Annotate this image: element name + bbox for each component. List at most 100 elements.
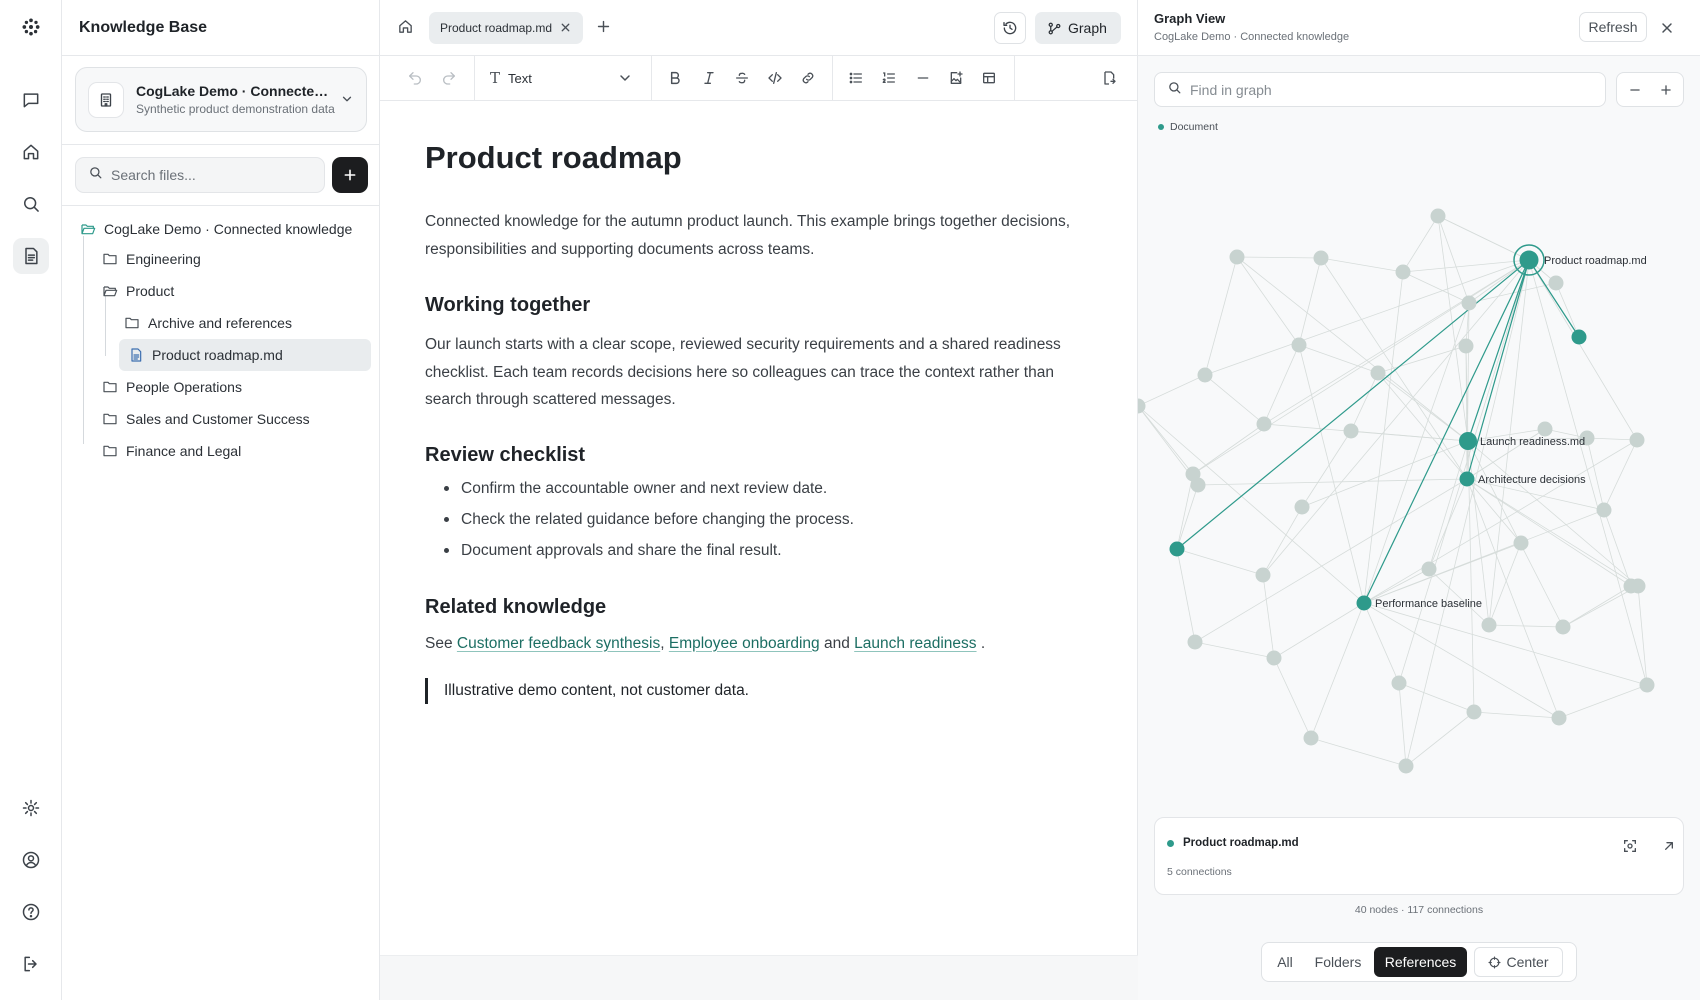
account-icon[interactable] bbox=[13, 842, 49, 878]
graph-node[interactable] bbox=[1370, 365, 1386, 381]
graph-node[interactable] bbox=[1466, 704, 1482, 720]
selected-node-connections: 5 connections bbox=[1167, 866, 1232, 878]
knowledge-base-icon[interactable] bbox=[13, 238, 49, 274]
graph-node-architecture-decisions[interactable] bbox=[1459, 471, 1475, 487]
graph-button[interactable]: Graph bbox=[1035, 12, 1121, 44]
link-employee-onboarding[interactable]: Employee onboarding bbox=[669, 635, 820, 652]
graph-node[interactable] bbox=[1555, 619, 1571, 635]
table-icon[interactable] bbox=[980, 69, 998, 87]
filter-all-button[interactable]: All bbox=[1270, 947, 1300, 977]
graph-node[interactable] bbox=[1430, 208, 1446, 224]
graph-node-performance-baseline[interactable] bbox=[1356, 595, 1372, 611]
graph-node[interactable] bbox=[1513, 535, 1529, 551]
settings-icon[interactable] bbox=[13, 790, 49, 826]
add-file-button[interactable] bbox=[332, 157, 368, 193]
insert-image-icon[interactable] bbox=[947, 69, 965, 87]
numbered-list-icon[interactable] bbox=[880, 69, 898, 87]
history-button[interactable] bbox=[994, 12, 1026, 44]
undo-icon[interactable] bbox=[406, 69, 424, 87]
graph-node[interactable] bbox=[1596, 502, 1612, 518]
graph-node[interactable] bbox=[1294, 499, 1310, 515]
graph-node[interactable] bbox=[1630, 578, 1646, 594]
search-icon[interactable] bbox=[13, 186, 49, 222]
filter-folders-button[interactable]: Folders bbox=[1308, 947, 1368, 977]
graph-search[interactable] bbox=[1154, 72, 1606, 107]
graph-node[interactable] bbox=[1266, 650, 1282, 666]
tree-item-archive[interactable]: Archive and references bbox=[119, 307, 367, 339]
graph-node[interactable] bbox=[1481, 617, 1497, 633]
tree-item-people-operations[interactable]: People Operations bbox=[97, 371, 367, 403]
chat-icon[interactable] bbox=[13, 82, 49, 118]
link-launch-readiness[interactable]: Launch readiness bbox=[854, 635, 976, 652]
tree-item-finance[interactable]: Finance and Legal bbox=[97, 435, 367, 467]
document-content[interactable]: Product roadmap Connected knowledge for … bbox=[425, 140, 1095, 704]
tree-item-product[interactable]: Product bbox=[97, 275, 367, 307]
center-button[interactable]: Center bbox=[1474, 947, 1563, 977]
tree-item-engineering[interactable]: Engineering bbox=[97, 243, 367, 275]
open-document-icon[interactable] bbox=[1661, 838, 1677, 859]
graph-node[interactable] bbox=[1291, 337, 1307, 353]
graph-canvas[interactable]: Product roadmap.md Launch readiness.md Arc… bbox=[1138, 140, 1700, 812]
link-customer-feedback[interactable]: Customer feedback synthesis bbox=[457, 635, 660, 652]
graph-node[interactable] bbox=[1256, 416, 1272, 432]
chevron-down-icon[interactable] bbox=[616, 69, 634, 87]
graph-node[interactable] bbox=[1391, 675, 1407, 691]
graph-node[interactable] bbox=[1313, 250, 1329, 266]
graph-search-input[interactable] bbox=[1190, 81, 1570, 98]
graph-node[interactable] bbox=[1458, 338, 1474, 354]
graph-node[interactable] bbox=[1629, 432, 1645, 448]
help-icon[interactable] bbox=[13, 894, 49, 930]
file-search[interactable] bbox=[75, 157, 325, 193]
graph-node[interactable] bbox=[1398, 758, 1414, 774]
home-tab-icon[interactable] bbox=[397, 18, 414, 40]
tree-item-root[interactable]: CogLake Demo · Connected knowledge bbox=[75, 213, 367, 245]
tree-item-product-roadmap[interactable]: Product roadmap.md bbox=[119, 339, 371, 371]
graph-node[interactable] bbox=[1187, 634, 1203, 650]
redo-icon[interactable] bbox=[440, 69, 458, 87]
bold-icon[interactable] bbox=[666, 69, 684, 87]
block-type-select[interactable]: T Text bbox=[490, 69, 532, 87]
graph-node[interactable] bbox=[1571, 329, 1587, 345]
graph-node[interactable] bbox=[1255, 567, 1271, 583]
graph-node[interactable] bbox=[1395, 264, 1411, 280]
tab-product-roadmap[interactable]: Product roadmap.md bbox=[429, 12, 583, 44]
home-icon[interactable] bbox=[13, 134, 49, 170]
graph-node-launch-readiness[interactable] bbox=[1459, 432, 1477, 450]
logout-icon[interactable] bbox=[13, 946, 49, 982]
app-window: Knowledge Base CogLake Demo · Connected … bbox=[0, 0, 1700, 1000]
graph-node[interactable] bbox=[1421, 561, 1437, 577]
graph-node[interactable] bbox=[1197, 367, 1213, 383]
filter-references-button[interactable]: References bbox=[1374, 947, 1467, 977]
tree-item-sales[interactable]: Sales and Customer Success bbox=[97, 403, 367, 435]
close-tab-icon[interactable] bbox=[559, 21, 572, 37]
horizontal-rule-icon[interactable] bbox=[914, 69, 932, 87]
zoom-out-icon[interactable] bbox=[1626, 81, 1644, 99]
bullet-list-icon[interactable] bbox=[847, 69, 865, 87]
block-type-label: Text bbox=[508, 70, 532, 86]
focus-node-icon[interactable] bbox=[1622, 838, 1638, 859]
graph-node-product-roadmap[interactable] bbox=[1519, 250, 1539, 270]
file-search-input[interactable] bbox=[111, 167, 311, 183]
tree-item-label: Finance and Legal bbox=[126, 443, 242, 459]
graph-node[interactable] bbox=[1548, 275, 1564, 291]
export-document-icon[interactable] bbox=[1100, 69, 1118, 87]
link-icon[interactable] bbox=[799, 69, 817, 87]
code-icon[interactable] bbox=[766, 69, 784, 87]
graph-node[interactable] bbox=[1303, 730, 1319, 746]
refresh-button[interactable]: Refresh bbox=[1579, 12, 1647, 42]
graph-node[interactable] bbox=[1343, 423, 1359, 439]
graph-node[interactable] bbox=[1169, 541, 1185, 557]
workspace-selector[interactable]: CogLake Demo · Connected knowledge Synth… bbox=[75, 67, 367, 132]
strikethrough-icon[interactable] bbox=[733, 69, 751, 87]
new-tab-icon[interactable] bbox=[595, 18, 612, 40]
graph-node[interactable] bbox=[1190, 477, 1206, 493]
logo-icon[interactable] bbox=[13, 9, 49, 45]
italic-icon[interactable] bbox=[700, 69, 718, 87]
close-icon[interactable] bbox=[1659, 20, 1675, 41]
graph-node[interactable] bbox=[1551, 710, 1567, 726]
zoom-in-icon[interactable] bbox=[1657, 81, 1675, 99]
graph-node[interactable] bbox=[1229, 249, 1245, 265]
graph-node[interactable] bbox=[1639, 677, 1655, 693]
graph-node[interactable] bbox=[1537, 421, 1553, 437]
graph-node[interactable] bbox=[1461, 295, 1477, 311]
